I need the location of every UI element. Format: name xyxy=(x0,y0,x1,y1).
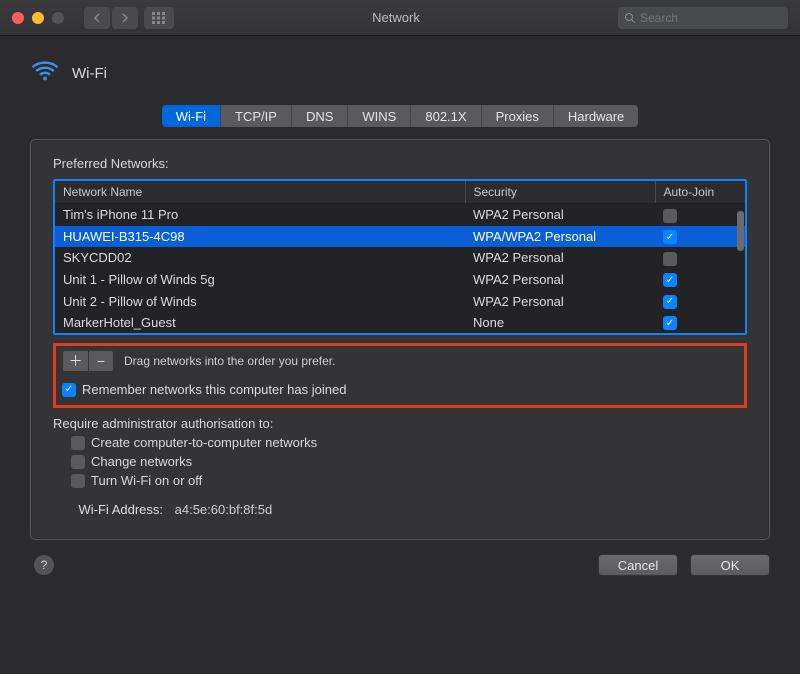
table-row[interactable]: SKYCDD02WPA2 Personal xyxy=(55,247,745,269)
column-security[interactable]: Security xyxy=(465,181,655,204)
tab-wins[interactable]: WINS xyxy=(348,105,411,127)
table-row[interactable]: MarkerHotel_GuestNone ✓ xyxy=(55,312,745,334)
search-field[interactable] xyxy=(618,7,788,29)
autojoin-checkbox[interactable] xyxy=(663,252,677,266)
show-all-button[interactable] xyxy=(144,7,174,29)
wifi-icon xyxy=(30,56,60,91)
table-row[interactable]: HUAWEI-B315-4C98WPA/WPA2 Personal ✓ xyxy=(55,226,745,248)
tab-hardware[interactable]: Hardware xyxy=(554,105,638,127)
wifi-address-value: a4:5e:60:bf:8f:5d xyxy=(175,502,273,517)
network-name-cell: Tim's iPhone 11 Pro xyxy=(55,204,465,226)
network-name-cell: Unit 2 - Pillow of Winds xyxy=(55,290,465,312)
column-autojoin[interactable]: Auto-Join xyxy=(655,181,745,204)
autojoin-cell: ✓ xyxy=(655,312,745,334)
maximize-window-button xyxy=(52,12,64,24)
autojoin-checkbox[interactable]: ✓ xyxy=(663,230,677,244)
column-network-name[interactable]: Network Name xyxy=(55,181,465,204)
security-cell: WPA2 Personal xyxy=(465,269,655,291)
help-button[interactable]: ? xyxy=(34,555,54,575)
remember-networks-checkbox[interactable]: ✓ xyxy=(62,383,76,397)
admin-option-checkbox[interactable] xyxy=(71,455,85,469)
autojoin-checkbox[interactable] xyxy=(663,209,677,223)
table-row[interactable]: Tim's iPhone 11 ProWPA2 Personal xyxy=(55,204,745,226)
tab-dns[interactable]: DNS xyxy=(292,105,348,127)
admin-option-label: Create computer-to-computer networks xyxy=(91,435,317,450)
titlebar: Network xyxy=(0,0,800,36)
tab-proxies[interactable]: Proxies xyxy=(482,105,554,127)
tab-tcp-ip[interactable]: TCP/IP xyxy=(221,105,292,127)
admin-option: Create computer-to-computer networks xyxy=(71,435,747,450)
admin-option: Turn Wi-Fi on or off xyxy=(71,473,747,488)
cancel-button[interactable]: Cancel xyxy=(598,554,678,576)
security-cell: None xyxy=(465,312,655,334)
remove-network-button[interactable]: − xyxy=(88,350,114,372)
remember-networks-label: Remember networks this computer has join… xyxy=(82,382,346,397)
search-input[interactable] xyxy=(640,11,770,25)
autojoin-cell xyxy=(655,204,745,226)
autojoin-cell: ✓ xyxy=(655,269,745,291)
close-window-button[interactable] xyxy=(12,12,24,24)
tab-wi-fi[interactable]: Wi-Fi xyxy=(162,105,221,127)
security-cell: WPA2 Personal xyxy=(465,247,655,269)
table-row[interactable]: Unit 1 - Pillow of Winds 5gWPA2 Personal… xyxy=(55,269,745,291)
tab-802-1x[interactable]: 802.1X xyxy=(411,105,481,127)
scrollbar[interactable] xyxy=(737,211,744,251)
wifi-panel: Preferred Networks: Network Name Securit… xyxy=(30,139,770,540)
admin-option-checkbox[interactable] xyxy=(71,436,85,450)
security-cell: WPA2 Personal xyxy=(465,204,655,226)
autojoin-checkbox[interactable]: ✓ xyxy=(663,273,677,287)
tabs: Wi-FiTCP/IPDNSWINS802.1XProxiesHardware xyxy=(162,105,639,127)
search-icon xyxy=(624,12,636,24)
autojoin-cell: ✓ xyxy=(655,290,745,312)
network-name-cell: SKYCDD02 xyxy=(55,247,465,269)
security-cell: WPA/WPA2 Personal xyxy=(465,226,655,248)
window-title: Network xyxy=(174,10,618,25)
minimize-window-button[interactable] xyxy=(32,12,44,24)
autojoin-cell: ✓ xyxy=(655,226,745,248)
page-title: Wi-Fi xyxy=(72,65,107,82)
preferred-networks-label: Preferred Networks: xyxy=(53,156,747,171)
admin-auth-label: Require administrator authorisation to: xyxy=(53,416,747,431)
forward-button[interactable] xyxy=(112,7,138,29)
admin-option: Change networks xyxy=(71,454,747,469)
add-network-button[interactable]: ＋ xyxy=(62,350,88,372)
security-cell: WPA2 Personal xyxy=(465,290,655,312)
preferred-networks-table[interactable]: Network Name Security Auto-Join Tim's iP… xyxy=(53,179,747,335)
highlight-annotation: ＋ − Drag networks into the order you pre… xyxy=(53,343,747,408)
admin-option-label: Change networks xyxy=(91,454,192,469)
autojoin-checkbox[interactable]: ✓ xyxy=(663,316,677,330)
admin-option-label: Turn Wi-Fi on or off xyxy=(91,473,202,488)
wifi-address-label: Wi-Fi Address: xyxy=(53,502,163,517)
autojoin-cell xyxy=(655,247,745,269)
network-name-cell: Unit 1 - Pillow of Winds 5g xyxy=(55,269,465,291)
traffic-lights xyxy=(12,12,72,24)
back-button[interactable] xyxy=(84,7,110,29)
autojoin-checkbox[interactable]: ✓ xyxy=(663,295,677,309)
table-row[interactable]: Unit 2 - Pillow of WindsWPA2 Personal ✓ xyxy=(55,290,745,312)
admin-option-checkbox[interactable] xyxy=(71,474,85,488)
network-name-cell: HUAWEI-B315-4C98 xyxy=(55,226,465,248)
network-name-cell: MarkerHotel_Guest xyxy=(55,312,465,334)
drag-hint-label: Drag networks into the order you prefer. xyxy=(124,354,335,368)
ok-button[interactable]: OK xyxy=(690,554,770,576)
